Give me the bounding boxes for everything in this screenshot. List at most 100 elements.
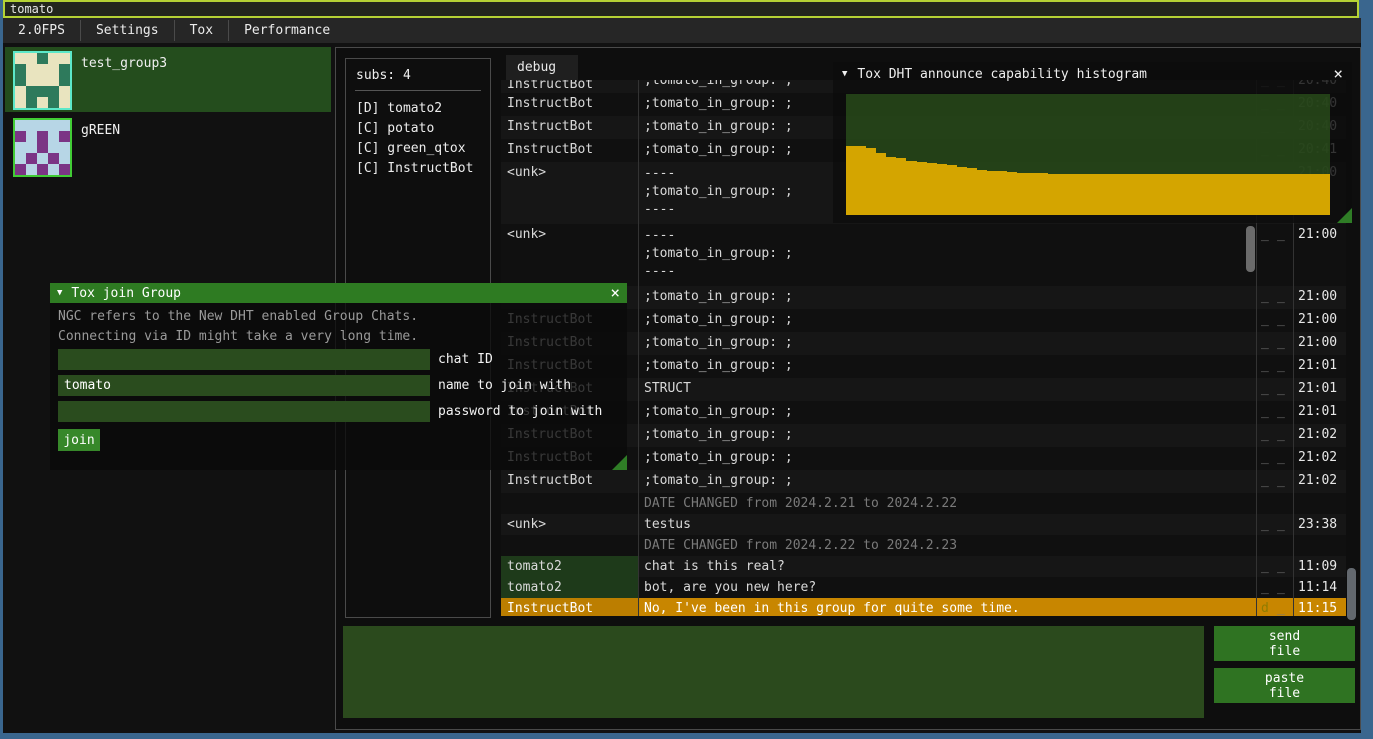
- histogram-bar: [886, 157, 896, 215]
- histogram-bar: [1219, 174, 1229, 215]
- message-row[interactable]: InstructBot;tomato_in_group: ;__21:00: [501, 286, 1346, 309]
- histogram-bar: [1148, 174, 1158, 215]
- histogram-bar: [927, 163, 937, 215]
- histogram-bar: [846, 146, 856, 215]
- sender-name: InstructBot: [501, 80, 638, 93]
- member-item[interactable]: [D] tomato2: [356, 99, 484, 119]
- histogram-bar: [866, 148, 876, 215]
- message-row[interactable]: InstructBotSTRUCT__21:01: [501, 378, 1346, 401]
- timestamp: 11:14: [1298, 580, 1337, 595]
- resize-grip[interactable]: [1337, 208, 1352, 223]
- histogram-bar: [997, 171, 1007, 215]
- join-group-dialog[interactable]: ▼ Tox join Group × NGC refers to the New…: [50, 283, 627, 470]
- group-item-gREEN[interactable]: gREEN: [5, 114, 331, 172]
- close-icon[interactable]: ×: [610, 285, 620, 301]
- message-row[interactable]: InstructBot;tomato_in_group: ;__21:02: [501, 447, 1346, 470]
- delivery-status-1: _: [1261, 404, 1269, 419]
- member-item[interactable]: [C] InstructBot: [356, 159, 484, 179]
- separator: [355, 90, 481, 91]
- histogram-window[interactable]: ▼ Tox DHT announce capability histogram …: [833, 62, 1352, 223]
- message-row[interactable]: InstructBot;tomato_in_group: ;__21:02: [501, 470, 1346, 493]
- message-input[interactable]: [343, 626, 1204, 718]
- delivery-status-2: _: [1277, 312, 1285, 327]
- message-row[interactable]: <unk>----;tomato_in_group: ;----__21:00: [501, 224, 1346, 286]
- timestamp: 23:38: [1298, 517, 1337, 532]
- join-dialog-titlebar[interactable]: ▼ Tox join Group ×: [50, 283, 627, 303]
- members-count: subs: 4: [356, 68, 411, 83]
- tab-debug[interactable]: debug: [506, 55, 578, 80]
- message-row[interactable]: InstructBot;tomato_in_group: ;__21:01: [501, 401, 1346, 424]
- menu-item-performance[interactable]: Performance: [229, 18, 345, 43]
- message-text: bot, are you new here?: [644, 580, 816, 595]
- column-separator: [638, 80, 639, 616]
- message-row[interactable]: InstructBot;tomato_in_group: ;__21:01: [501, 355, 1346, 378]
- collapse-arrow-icon[interactable]: ▼: [57, 288, 62, 298]
- delivery-status-2: _: [1277, 473, 1285, 488]
- date-separator-row[interactable]: DATE CHANGED from 2024.2.22 to 2024.2.23: [501, 535, 1346, 556]
- sender-name: tomato2: [501, 556, 638, 577]
- menu-item-tox[interactable]: Tox: [175, 18, 228, 43]
- member-item[interactable]: [C] potato: [356, 119, 484, 139]
- timestamp: 21:00: [1298, 227, 1337, 242]
- delivery-status-2: _: [1277, 227, 1285, 242]
- message-row[interactable]: tomato2bot, are you new here?__11:14: [501, 577, 1346, 598]
- delivery-status-1: _: [1261, 450, 1269, 465]
- message-text: ;tomato_in_group: ;: [644, 80, 793, 88]
- delivery-status-2: _: [1277, 559, 1285, 574]
- delivery-status-1: _: [1261, 517, 1269, 532]
- histogram-bar: [947, 165, 957, 215]
- histogram-bar: [1068, 174, 1078, 215]
- message-text: ;tomato_in_group: ;: [644, 427, 793, 442]
- group-item-test_group3[interactable]: test_group3: [5, 47, 331, 112]
- send-file-button[interactable]: send file: [1214, 626, 1355, 661]
- close-icon[interactable]: ×: [1333, 66, 1343, 82]
- timestamp: 11:15: [1298, 601, 1337, 616]
- date-changed-text: DATE CHANGED from 2024.2.22 to 2024.2.23: [644, 538, 957, 553]
- delivery-status-2: _: [1277, 381, 1285, 396]
- sender-name: InstructBot: [501, 93, 638, 116]
- paste-file-button[interactable]: paste file: [1214, 668, 1355, 703]
- resize-grip[interactable]: [612, 455, 627, 470]
- sender-name: <unk>: [501, 162, 638, 224]
- join-button[interactable]: join: [58, 429, 100, 451]
- histogram-plot: [846, 94, 1330, 215]
- message-row[interactable]: InstructBot;tomato_in_group: ;__21:02: [501, 424, 1346, 447]
- group-name: test_group3: [81, 56, 167, 71]
- histogram-bar: [1158, 174, 1168, 215]
- os-titlebar[interactable]: tomato: [3, 0, 1359, 18]
- chat-scrollbar-thumb[interactable]: [1347, 568, 1356, 620]
- histogram-bar: [1229, 174, 1239, 215]
- histogram-bar: [1179, 174, 1189, 215]
- chat-id-field[interactable]: [58, 349, 430, 370]
- delivery-status-1: _: [1261, 559, 1269, 574]
- histogram-bar: [896, 158, 906, 215]
- date-changed-text: DATE CHANGED from 2024.2.21 to 2024.2.22: [644, 496, 957, 511]
- message-row[interactable]: InstructBot;tomato_in_group: ;__21:00: [501, 309, 1346, 332]
- message-text: ;tomato_in_group: ;: [644, 119, 793, 134]
- histogram-bar: [1108, 174, 1118, 215]
- message-text: ;tomato_in_group: ;: [644, 473, 793, 488]
- join-password-field[interactable]: [58, 401, 430, 422]
- histogram-bar: [1058, 174, 1068, 215]
- join-name-field[interactable]: [58, 375, 430, 396]
- timestamp: 11:09: [1298, 559, 1337, 574]
- histogram-bar: [1189, 174, 1199, 215]
- collapse-arrow-icon[interactable]: ▼: [842, 69, 847, 79]
- delivery-status-1: _: [1261, 335, 1269, 350]
- menu-bar: 2.0FPS SettingsToxPerformance: [3, 18, 1361, 43]
- histogram-window-titlebar[interactable]: ▼ Tox DHT announce capability histogram …: [833, 62, 1352, 86]
- delivery-status-1: _: [1261, 427, 1269, 442]
- menu-item-settings[interactable]: Settings: [81, 18, 174, 43]
- message-text: ;tomato_in_group: ;: [644, 289, 793, 304]
- date-separator-row[interactable]: DATE CHANGED from 2024.2.21 to 2024.2.22: [501, 493, 1346, 514]
- message-cell-scrollbar-thumb[interactable]: [1246, 226, 1255, 272]
- message-row[interactable]: InstructBotNo, I've been in this group f…: [501, 598, 1346, 616]
- member-item[interactable]: [C] green_qtox: [356, 139, 484, 159]
- dialog-description-line2: Connecting via ID might take a very long…: [58, 329, 418, 344]
- message-row[interactable]: tomato2chat is this real?__11:09: [501, 556, 1346, 577]
- delivery-status-2: _: [1277, 450, 1285, 465]
- histogram-bar: [1239, 174, 1249, 215]
- message-row[interactable]: InstructBot;tomato_in_group: ;__21:00: [501, 332, 1346, 355]
- histogram-bar: [937, 164, 947, 215]
- message-row[interactable]: <unk>testus__23:38: [501, 514, 1346, 535]
